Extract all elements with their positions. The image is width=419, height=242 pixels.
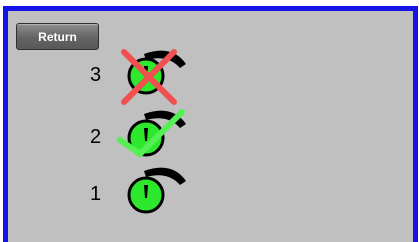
level-row-1: 1 (90, 165, 200, 225)
gauge-icon[interactable] (114, 46, 194, 106)
level-row-2: 2 (90, 108, 200, 168)
level-number: 2 (90, 126, 102, 148)
gauge-icon[interactable] (114, 165, 194, 225)
return-button[interactable]: Return (16, 23, 99, 50)
level-row-3: 3 (90, 46, 200, 106)
level-number: 3 (90, 64, 102, 86)
level-number: 1 (90, 183, 102, 205)
gauge-icon[interactable] (114, 108, 194, 168)
hmi-screen: Return 3 2 1 (0, 0, 419, 242)
